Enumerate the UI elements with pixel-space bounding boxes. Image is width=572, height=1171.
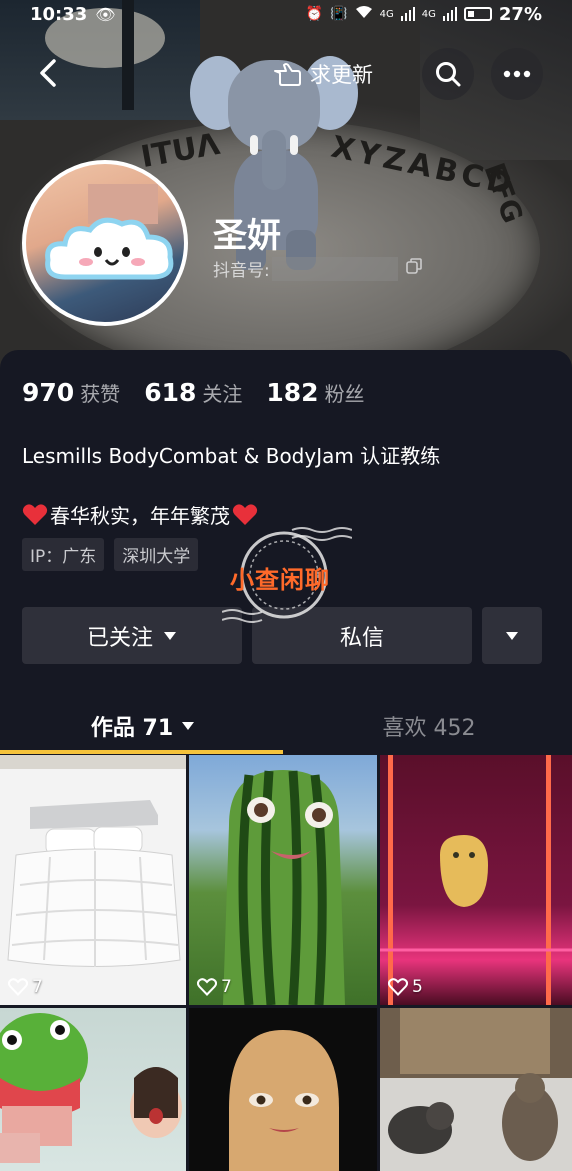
caret-down-icon <box>182 722 195 730</box>
signal-bars-icon <box>400 7 415 21</box>
potato-face-thumbnail-icon <box>229 1030 339 1171</box>
followed-button[interactable]: 已关注 <box>22 607 242 664</box>
more-icon <box>503 70 531 78</box>
douyin-id-label: 抖音号: <box>213 261 270 281</box>
battery-percent: 27% <box>498 3 542 25</box>
chevron-left-icon <box>40 59 56 87</box>
bio-motto: 春华秋实，年年繁茂 <box>50 504 230 528</box>
tab-likes[interactable]: 喜欢 452 <box>286 698 572 754</box>
heart-icon <box>22 503 48 525</box>
status-time: 10:33 <box>30 3 88 25</box>
expand-button[interactable] <box>482 607 542 664</box>
video-tile[interactable] <box>0 1008 186 1171</box>
stat-value: 618 <box>144 378 197 407</box>
video-grid: 7 7 5 <box>0 755 572 1171</box>
hand-point-icon <box>274 63 301 86</box>
douyin-id-mask <box>271 256 398 281</box>
bio-line-1: Lesmills BodyCombat & BodyJam 认证教练 <box>22 444 441 468</box>
caret-down-icon <box>164 631 176 640</box>
profile-name: 圣妍 <box>213 216 281 256</box>
video-tile[interactable]: 7 <box>189 755 377 1005</box>
battery-icon <box>463 7 492 21</box>
likes-value: 7 <box>221 977 232 997</box>
status-icons: ⏰ 📳 4G 4G 27% <box>306 4 542 25</box>
stat-likes[interactable]: 970 获赞 <box>22 378 120 407</box>
search-button[interactable] <box>422 48 474 100</box>
request-update-button[interactable]: 求更新 <box>272 52 373 96</box>
video-tile[interactable]: 5 <box>380 755 572 1005</box>
search-icon <box>436 62 461 87</box>
signal-icon-2: 4G <box>421 8 436 20</box>
tab-likes-label: 喜欢 452 <box>382 716 476 741</box>
video-tile[interactable]: 7 <box>0 755 186 1005</box>
tab-indicator <box>0 750 283 754</box>
avatar[interactable] <box>22 160 188 326</box>
heart-outline-icon <box>197 978 217 996</box>
stat-label: 关注 <box>202 382 243 406</box>
eye-icon: 👁 <box>95 4 116 24</box>
copy-icon[interactable] <box>405 258 422 279</box>
watermelon-face-thumbnail-icon <box>223 770 345 1005</box>
tab-works-label: 作品 71 <box>90 716 174 741</box>
video-tile[interactable] <box>189 1008 377 1171</box>
likes-value: 7 <box>32 977 43 997</box>
tab-works[interactable]: 作品 71 <box>0 698 286 754</box>
signal-icon: 4G <box>379 8 394 20</box>
more-button[interactable] <box>491 48 543 100</box>
alarm-icon: ⏰ <box>305 6 324 22</box>
douyin-id-row: 抖音号: <box>213 256 422 281</box>
video-tile[interactable] <box>380 1008 572 1171</box>
content-tabs: 作品 71 喜欢 452 <box>0 698 572 754</box>
request-update-label: 求更新 <box>310 63 373 87</box>
likes-count: 5 <box>388 977 423 997</box>
stat-label: 粉丝 <box>324 382 365 406</box>
stat-label: 获赞 <box>80 382 121 406</box>
vibrate-icon: 📳 <box>330 6 348 22</box>
tags-row: IP：广东 深圳大学 <box>22 538 199 571</box>
signal-bars-icon-2 <box>442 7 457 21</box>
stat-following[interactable]: 618 关注 <box>144 378 242 407</box>
likes-count: 7 <box>8 977 43 997</box>
status-bar: 10:33 👁 ⏰ 📳 4G 4G 27% <box>0 0 572 28</box>
tag-ip: IP：广东 <box>22 538 105 571</box>
bed-thumbnail-icon <box>0 755 186 967</box>
stat-followers[interactable]: 182 粉丝 <box>266 378 364 407</box>
stat-value: 970 <box>22 378 75 407</box>
back-button[interactable] <box>30 55 66 91</box>
likes-value: 5 <box>412 977 423 997</box>
cloud-sticker-icon <box>45 217 174 280</box>
likes-count: 7 <box>197 977 232 997</box>
frog-hat-thumbnail-icon <box>0 1013 182 1163</box>
potato-neon-thumbnail-icon <box>380 755 572 1005</box>
wifi-icon <box>355 5 373 23</box>
heart-outline-icon <box>388 978 408 996</box>
stat-value: 182 <box>266 378 319 407</box>
heart-outline-icon <box>8 978 28 996</box>
cats-thumbnail-icon <box>380 1008 572 1171</box>
watermark-text: 小查闲聊 <box>230 566 330 594</box>
tag-school[interactable]: 深圳大学 <box>114 538 199 571</box>
caret-down-icon <box>506 631 518 640</box>
stats-row: 970 获赞 618 关注 182 粉丝 <box>22 378 365 407</box>
followed-label: 已关注 <box>86 625 153 651</box>
